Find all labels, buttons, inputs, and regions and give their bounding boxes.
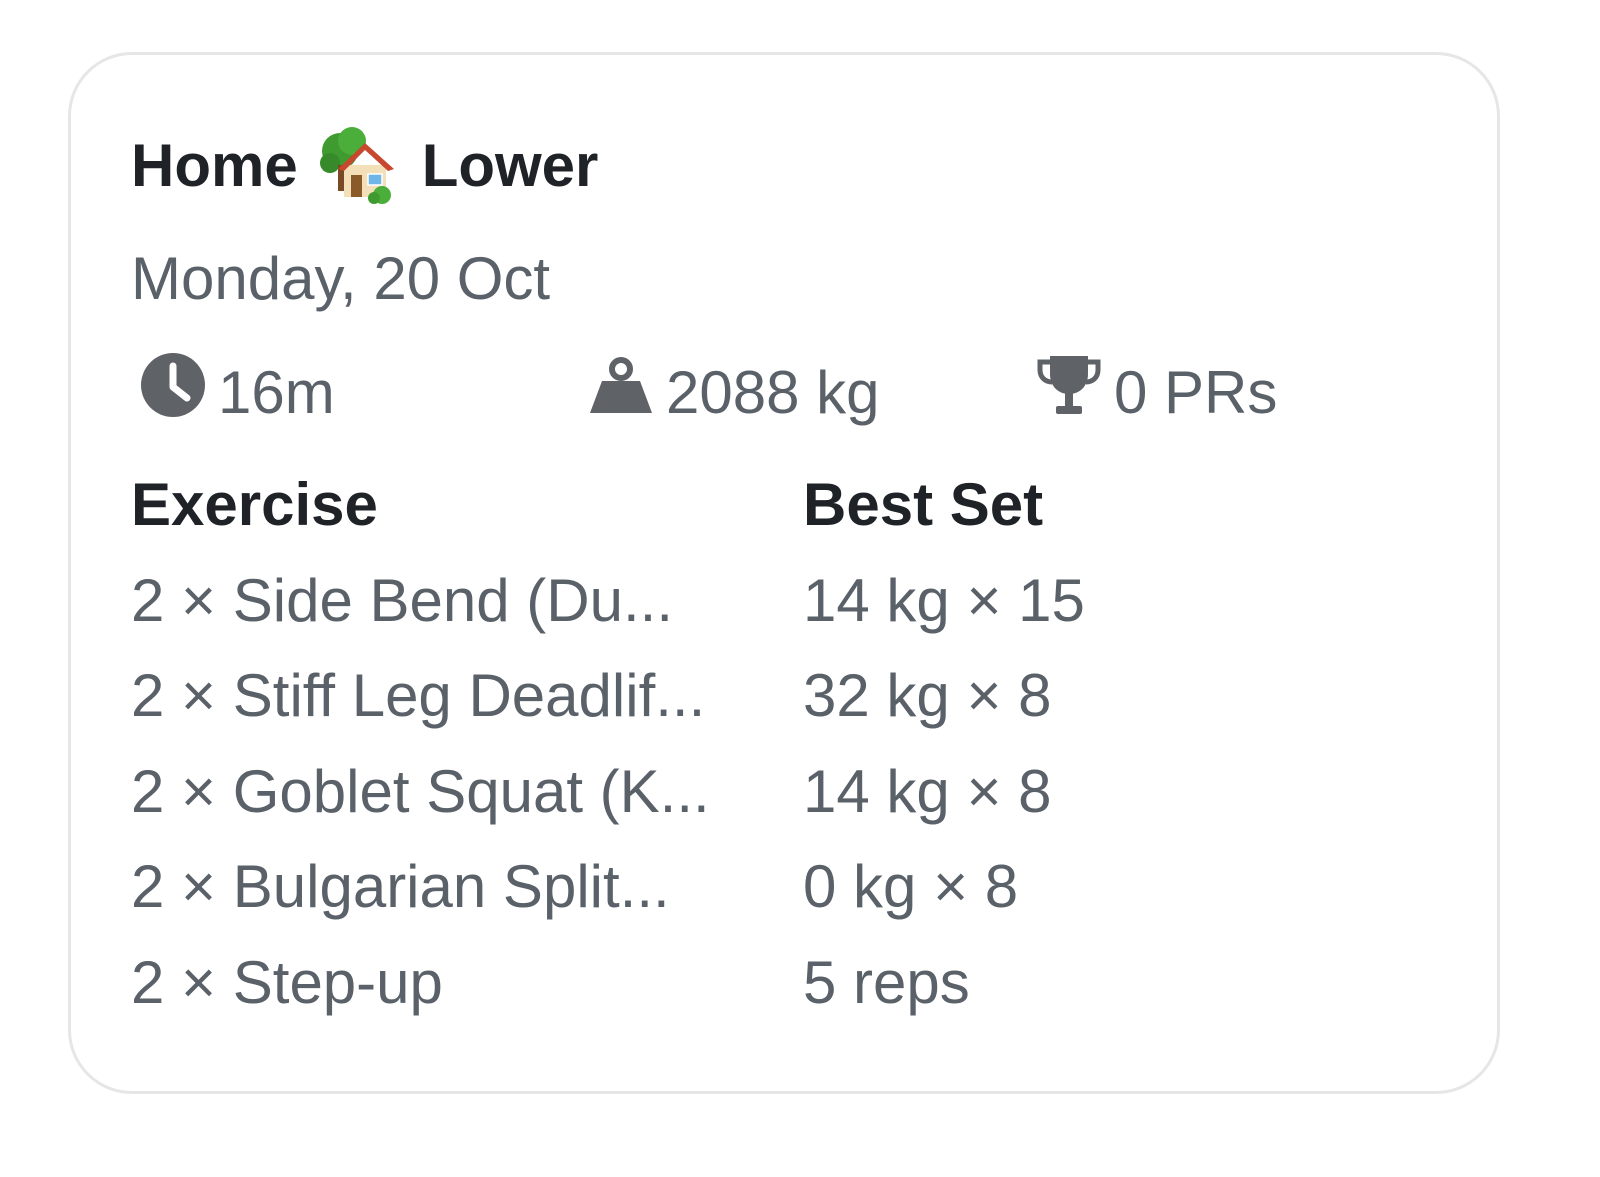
- stat-duration: 16m: [140, 352, 335, 432]
- best-set-value: 14 kg × 8: [803, 758, 1052, 825]
- workout-title-lower: Lower: [421, 131, 599, 199]
- stat-prs-value: 0 PRs: [1114, 358, 1278, 426]
- workout-title: Home Lower: [131, 125, 598, 205]
- stat-prs: 0 PRs: [1036, 354, 1277, 430]
- clock-icon: [140, 352, 206, 432]
- exercise-name: 2 × Step-up: [131, 949, 443, 1016]
- table-row: 2 × Step-up 5 reps: [131, 948, 1231, 1028]
- exercise-name: 2 × Goblet Squat (K...: [131, 758, 710, 825]
- weight-icon: [588, 355, 654, 429]
- exercise-table-header: Exercise Best Set: [131, 470, 1231, 550]
- best-set-value: 14 kg × 15: [803, 567, 1085, 634]
- header-best-set: Best Set: [803, 471, 1044, 538]
- exercise-name: 2 × Side Bend (Du...: [131, 567, 673, 634]
- house-with-garden-icon: [318, 125, 400, 205]
- stat-volume-value: 2088 kg: [666, 358, 880, 426]
- trophy-icon: [1036, 352, 1102, 432]
- table-row: 2 × Side Bend (Du... 14 kg × 15: [131, 566, 1231, 646]
- exercise-name: 2 × Bulgarian Split...: [131, 853, 670, 920]
- table-row: 2 × Goblet Squat (K... 14 kg × 8: [131, 757, 1231, 837]
- best-set-value: 5 reps: [803, 949, 970, 1016]
- header-exercise: Exercise: [131, 471, 378, 538]
- exercise-name: 2 × Stiff Leg Deadlif...: [131, 662, 706, 729]
- workout-date: Monday, 20 Oct: [131, 245, 551, 312]
- stat-duration-value: 16m: [218, 358, 335, 426]
- stat-volume: 2088 kg: [588, 354, 880, 430]
- table-row: 2 × Stiff Leg Deadlif... 32 kg × 8: [131, 661, 1231, 741]
- workout-title-home: Home: [131, 131, 298, 199]
- table-row: 2 × Bulgarian Split... 0 kg × 8: [131, 852, 1231, 932]
- best-set-value: 0 kg × 8: [803, 853, 1019, 920]
- best-set-value: 32 kg × 8: [803, 662, 1052, 729]
